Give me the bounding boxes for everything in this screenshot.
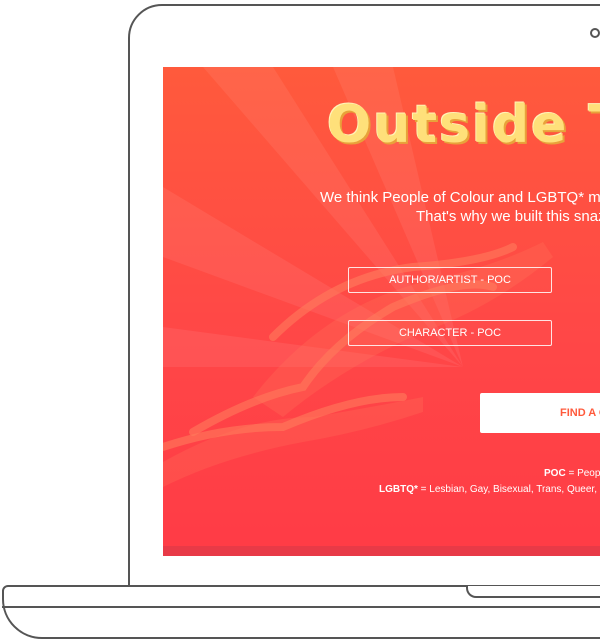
legend-lgbtq-term: LGBTQ* xyxy=(379,484,418,495)
filter-author-artist-poc-button[interactable]: AUTHOR/ARTIST - POC xyxy=(348,267,552,293)
legend-poc-definition: = Peopl xyxy=(565,468,600,479)
find-comic-button[interactable]: FIND A C xyxy=(480,393,600,433)
legend-lgbtq-definition: = Lesbian, Gay, Bisexual, Trans, Queer, … xyxy=(417,484,600,495)
filter-character-poc-button[interactable]: CHARACTER - POC xyxy=(348,320,552,346)
laptop-base-edge xyxy=(2,606,600,608)
legend-lgbtq-row: LGBTQ* = Lesbian, Gay, Bisexual, Trans, … xyxy=(379,481,600,498)
tagline-line-1: We think People of Colour and LGBTQ* mak… xyxy=(320,189,600,206)
laptop-screen: Outside T We think People of Colour and … xyxy=(163,67,600,556)
tagline: We think People of Colour and LGBTQ* mak… xyxy=(320,188,600,226)
laptop-mockup: Outside T We think People of Colour and … xyxy=(0,0,600,644)
laptop-hinge-notch xyxy=(466,586,600,598)
tagline-line-2: That's why we built this snazz xyxy=(416,208,600,225)
camera-icon xyxy=(590,28,600,38)
legend-poc-term: POC xyxy=(544,468,566,479)
site-title: Outside T xyxy=(327,95,600,155)
legend-poc-row: POC = Peopl xyxy=(544,465,600,482)
screen-bottom-edge xyxy=(163,546,600,556)
